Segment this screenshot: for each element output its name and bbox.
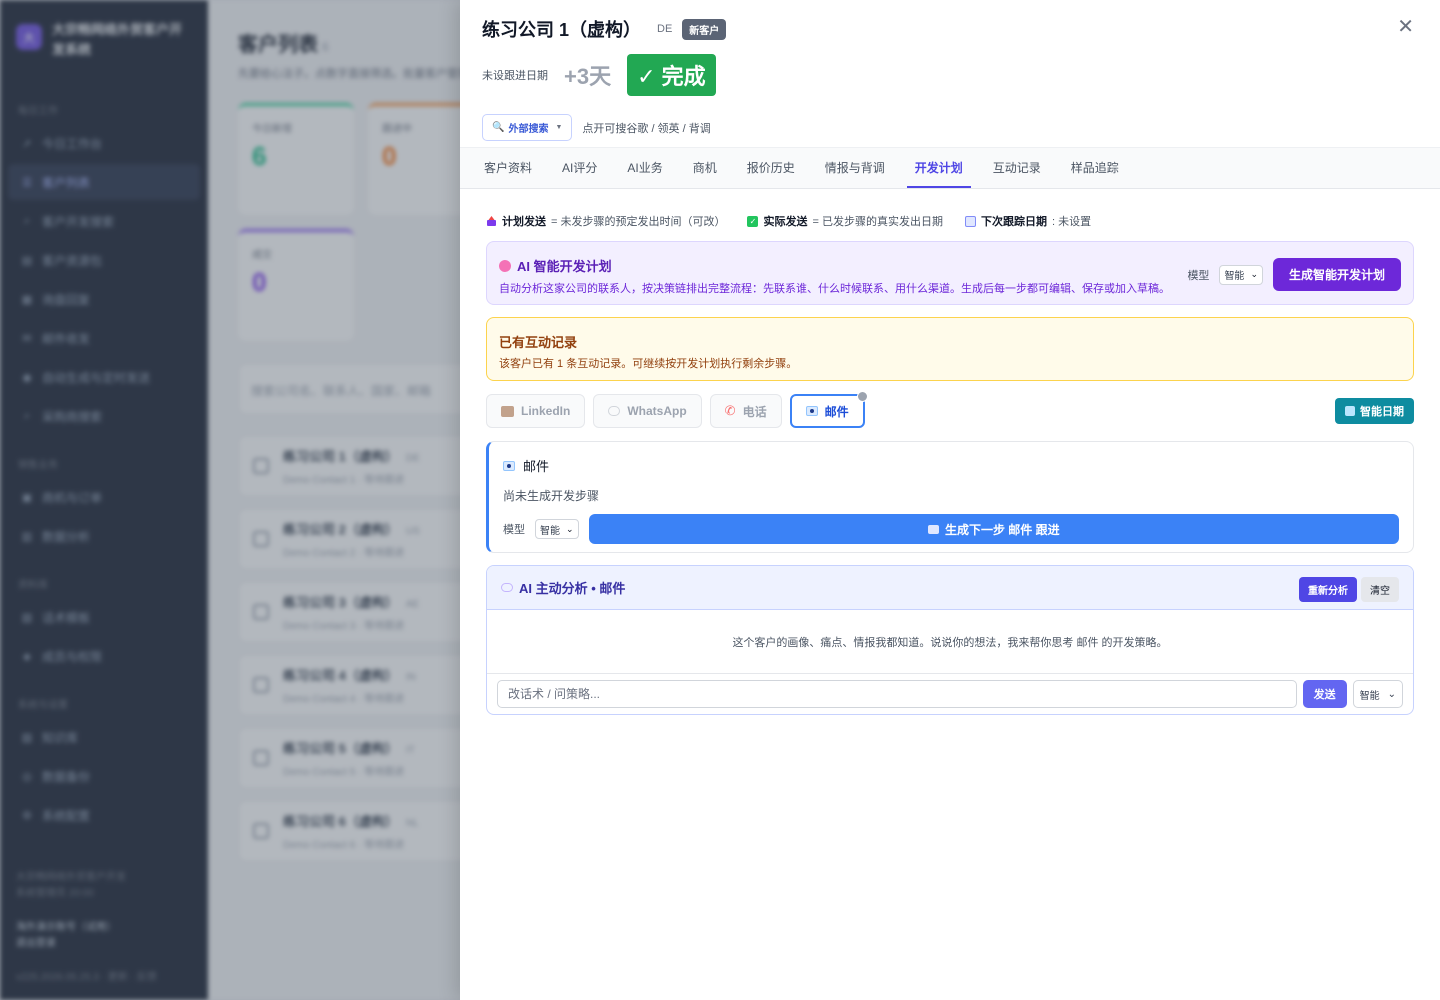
channel-email[interactable]: 邮件 [789, 391, 868, 428]
brain-icon [499, 259, 511, 272]
country-code: DE [657, 23, 673, 35]
channel-whatsapp[interactable]: WhatsApp [593, 394, 702, 428]
status-badge: 新客户 [682, 18, 727, 40]
drawer-tab[interactable]: 样品追踪 [1063, 148, 1127, 188]
drawer-header: 练习公司 1（虚构） DE 新客户 ✕ 未设跟进日期 +3天 ✓ 完成 🔍 外部… [460, 0, 1440, 141]
model-label: 模型 [1187, 269, 1210, 282]
send-icon [487, 215, 496, 226]
envelope-icon [927, 524, 939, 534]
chevron-down-icon: ⌄ [566, 523, 574, 534]
send-button[interactable]: 发送 [1302, 680, 1347, 708]
generate-plan-button[interactable]: 生成智能开发计划 [1272, 258, 1401, 291]
external-search-row: 🔍 外部搜索 ▼ 点开可搜谷歌 / 领英 / 背调 [482, 114, 1418, 141]
clear-button[interactable]: 清空 [1361, 577, 1399, 602]
email-step-panel: 邮件 尚未生成开发步骤 模型 智能 ⌄ 生成下一步 邮件 跟进 [486, 441, 1414, 553]
chevron-down-icon: ⌄ [1387, 688, 1396, 700]
search-icon: 🔍 [492, 122, 505, 133]
drawer-tab[interactable]: AI评分 [554, 148, 605, 188]
strategy-input[interactable] [497, 680, 1297, 708]
channel-phone[interactable]: ✆ 电话 [709, 394, 782, 428]
chat-bubble-icon [501, 583, 513, 592]
notice-title: 已有互动记录 [499, 335, 578, 350]
done-button[interactable]: ✓ 完成 [627, 54, 716, 96]
chevron-down-icon: ▼ [555, 124, 563, 131]
add-3-days-button[interactable]: +3天 [564, 59, 611, 91]
smart-date-button[interactable]: 智能日期 [1335, 398, 1414, 424]
channel-linkedin[interactable]: LinkedIn [486, 394, 586, 428]
drawer-tab[interactable]: 开发计划 [906, 148, 971, 188]
chat-bubble-icon [608, 406, 621, 416]
ai-analysis-title: AI 主动分析 • 邮件 [519, 581, 626, 596]
calendar-icon [964, 215, 976, 227]
plan-tab-content: 计划发送 = 未发步骤的预定发出时间（可改） ✓ 实际发送 = 已发步骤的真实发… [460, 213, 1440, 715]
analysis-model-select[interactable]: 智能 ⌄ [1352, 680, 1403, 708]
date-legend: 计划发送 = 未发步骤的预定发出时间（可改） ✓ 实际发送 = 已发步骤的真实发… [486, 213, 1414, 229]
notice-description: 该客户已有 1 条互动记录。可继续按开发计划执行剩余步骤。 [499, 358, 798, 370]
drawer-tab[interactable]: 互动记录 [985, 148, 1049, 188]
customer-drawer: 练习公司 1（虚构） DE 新客户 ✕ 未设跟进日期 +3天 ✓ 完成 🔍 外部… [460, 0, 1440, 1000]
envelope-icon [503, 460, 515, 471]
drawer-tab[interactable]: 商机 [685, 148, 725, 188]
channel-tabs: LinkedIn WhatsApp ✆ 电话 邮件 智能日期 [486, 391, 1414, 429]
customer-name: 练习公司 1（虚构） [482, 20, 642, 40]
envelope-icon [805, 406, 818, 416]
check-icon: ✓ [747, 215, 759, 227]
followup-date-label[interactable]: 未设跟进日期 [482, 67, 548, 83]
drawer-tab[interactable]: 报价历史 [739, 148, 803, 188]
ai-plan-card: AI 智能开发计划 自动分析这家公司的联系人，按决策链排出完整流程：先联系谁、什… [486, 241, 1414, 305]
external-search-button[interactable]: 🔍 外部搜索 ▼ [482, 114, 573, 141]
interaction-notice: 已有互动记录 该客户已有 1 条互动记录。可继续按开发计划执行剩余步骤。 [486, 317, 1414, 381]
model-label: 模型 [503, 524, 525, 536]
close-icon[interactable]: ✕ [1397, 16, 1414, 38]
empty-steps-text: 尚未生成开发步骤 [503, 489, 600, 503]
briefcase-icon [501, 405, 514, 417]
email-model-select[interactable]: 智能 ⌄ [535, 519, 579, 539]
ai-analysis-panel: AI 主动分析 • 邮件 重新分析 清空 这个客户的画像、痛点、情报我都知道。说… [486, 565, 1414, 715]
phone-icon: ✆ [724, 403, 736, 418]
external-search-hint: 点开可搜谷歌 / 领英 / 背调 [582, 122, 711, 135]
chevron-down-icon: ⌄ [1250, 269, 1258, 279]
email-panel-title: 邮件 [523, 459, 550, 474]
reanalyze-button[interactable]: 重新分析 [1299, 577, 1357, 602]
followup-row: 未设跟进日期 +3天 ✓ 完成 [482, 54, 1418, 96]
drawer-tab[interactable]: 情报与背调 [817, 148, 893, 188]
calendar-icon [1345, 406, 1355, 416]
plan-model-select[interactable]: 智能 ⌄ [1219, 264, 1263, 285]
ai-analysis-message: 这个客户的画像、痛点、情报我都知道。说说你的想法，我来帮你思考 邮件 的开发策略… [487, 610, 1413, 674]
ai-plan-title: AI 智能开发计划 [517, 259, 612, 274]
drawer-tab[interactable]: AI业务 [619, 148, 670, 188]
drawer-tab[interactable]: 客户资料 [476, 148, 540, 188]
generate-next-email-button[interactable]: 生成下一步 邮件 跟进 [588, 514, 1399, 544]
drawer-tabs: 客户资料 AI评分 AI业务 商机 报价历史 情报与背调 开发计划 互动记录 样品追踪 [460, 147, 1440, 189]
